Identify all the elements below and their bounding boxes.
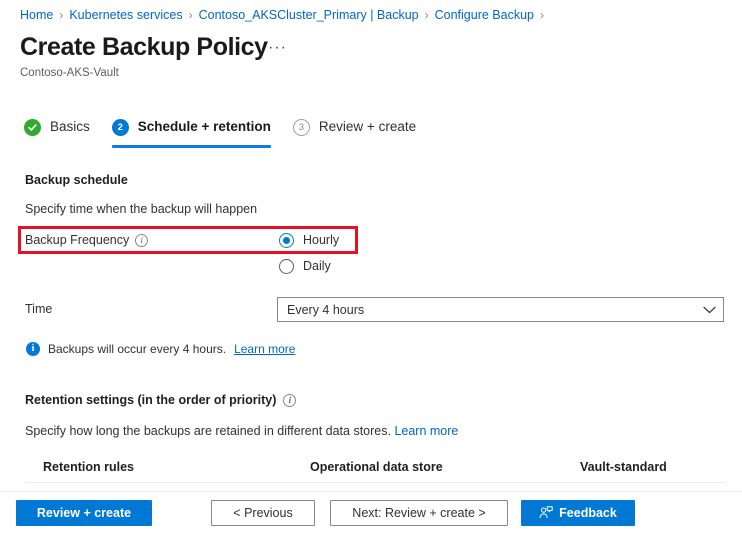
backup-schedule-description: Specify time when the backup will happen xyxy=(25,202,258,216)
radio-option-hourly[interactable]: Hourly xyxy=(279,230,339,250)
breadcrumb-item-home[interactable]: Home xyxy=(20,7,53,23)
bottom-command-bar: Review + create < Previous Next: Review … xyxy=(0,491,742,533)
time-label-text: Time xyxy=(25,302,53,316)
backup-info-notice-text: Backups will occur every 4 hours. xyxy=(48,342,227,356)
previous-button[interactable]: < Previous xyxy=(211,499,315,526)
check-circle-icon xyxy=(24,118,41,136)
wizard-step-basics[interactable]: Basics xyxy=(24,114,90,140)
info-icon[interactable]: i xyxy=(283,394,297,407)
wizard-steps: Basics 2 Schedule + retention 3 Review +… xyxy=(24,114,416,148)
radio-label-hourly: Hourly xyxy=(303,232,340,247)
column-header-retention-rules: Retention rules xyxy=(43,460,134,474)
time-label: Time xyxy=(25,301,52,318)
page-subtitle: Contoso-AKS-Vault xyxy=(20,67,119,79)
time-dropdown-value: Every 4 hours xyxy=(287,302,365,317)
table-header-divider xyxy=(25,482,725,483)
info-icon[interactable]: i xyxy=(135,234,149,247)
column-header-operational-data-store: Operational data store xyxy=(310,460,443,474)
column-header-vault-standard: Vault-standard xyxy=(580,460,667,474)
wizard-step-label-review-create: Review + create xyxy=(318,119,417,134)
page-title: Create Backup Policy xyxy=(20,33,268,61)
radio-label-daily: Daily xyxy=(303,258,331,273)
backup-frequency-radio-group: Hourly Daily xyxy=(279,230,339,276)
learn-more-link-retention[interactable]: Learn more xyxy=(394,424,458,438)
feedback-button-label: Feedback xyxy=(559,505,617,520)
step-number-badge: 3 xyxy=(292,118,310,136)
backup-info-notice: i Backups will occur every 4 hours. Lear… xyxy=(26,341,295,357)
breadcrumb: Home › Kubernetes services › Contoso_AKS… xyxy=(20,7,550,23)
time-dropdown[interactable]: Every 4 hours xyxy=(277,297,724,322)
radio-indicator-hourly xyxy=(279,232,294,248)
retention-settings-heading-text: Retention settings (in the order of prio… xyxy=(25,393,277,407)
feedback-button[interactable]: Feedback xyxy=(521,499,635,526)
wizard-step-review-create[interactable]: 3 Review + create xyxy=(292,114,417,140)
backup-frequency-label-text: Backup Frequency xyxy=(25,233,130,247)
breadcrumb-separator-icon: › xyxy=(424,8,429,22)
active-step-underline xyxy=(111,145,271,148)
feedback-person-icon xyxy=(539,506,553,519)
radio-indicator-daily xyxy=(279,258,294,274)
chevron-down-icon xyxy=(703,306,716,314)
breadcrumb-item-cluster-backup[interactable]: Contoso_AKSCluster_Primary | Backup xyxy=(199,7,419,23)
breadcrumb-separator-icon: › xyxy=(59,8,64,22)
backup-frequency-label: Backup Frequency i xyxy=(25,232,149,249)
retention-settings-description: Specify how long the backups are retaine… xyxy=(25,423,458,440)
breadcrumb-item-kubernetes-services[interactable]: Kubernetes services xyxy=(69,7,182,23)
more-options-icon[interactable]: ··· xyxy=(268,40,287,56)
retention-rules-table: Retention rules Operational data store V… xyxy=(25,459,725,483)
retention-settings-heading: Retention settings (in the order of prio… xyxy=(25,392,297,409)
wizard-step-label-schedule-retention: Schedule + retention xyxy=(137,119,271,134)
retention-settings-description-text: Specify how long the backups are retaine… xyxy=(25,424,391,438)
info-filled-icon: i xyxy=(26,342,40,356)
step-number-badge: 2 xyxy=(111,118,129,136)
breadcrumb-item-configure-backup[interactable]: Configure Backup xyxy=(435,7,534,23)
radio-option-daily[interactable]: Daily xyxy=(279,256,339,276)
wizard-step-schedule-retention[interactable]: 2 Schedule + retention xyxy=(111,114,271,148)
review-create-button[interactable]: Review + create xyxy=(16,499,152,526)
next-button[interactable]: Next: Review + create > xyxy=(330,499,508,526)
breadcrumb-separator-icon: › xyxy=(540,8,544,22)
learn-more-link-schedule[interactable]: Learn more xyxy=(234,341,295,357)
backup-schedule-heading: Backup schedule xyxy=(25,173,128,187)
breadcrumb-separator-icon: › xyxy=(188,8,193,22)
wizard-step-label-basics: Basics xyxy=(50,119,90,134)
